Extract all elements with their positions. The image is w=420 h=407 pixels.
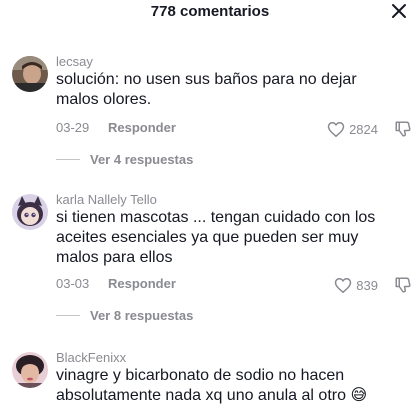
comment-text-line: aceites esenciales ya que pueden ser muy (56, 229, 359, 246)
reply-button[interactable]: Responder (108, 276, 176, 291)
thumbs-down-outline-icon (395, 277, 411, 293)
view-replies-label: Ver 8 respuestas (90, 307, 194, 323)
avatar-image (12, 56, 48, 92)
comments-count-title: 778 comentarios (150, 3, 270, 20)
like-count: 839 (356, 277, 378, 293)
avatar[interactable] (12, 56, 48, 92)
comment-meta: 03-29 Responder 2824 (56, 120, 412, 138)
comment-text-line: si tienen mascotas ... tengan cuidado co… (56, 209, 376, 226)
comment-date: 03-29 (56, 120, 90, 135)
like-count: 2824 (349, 121, 378, 137)
view-replies-button[interactable]: Ver 8 respuestas (56, 306, 193, 324)
comment-text-line: absolutamente nada xq uno anula al otro … (56, 387, 368, 404)
view-replies-label: Ver 4 respuestas (90, 151, 194, 167)
avatar[interactable] (12, 194, 48, 230)
comment-username[interactable]: BlackFenixx (56, 350, 126, 365)
reply-button[interactable]: Responder (108, 120, 176, 135)
comment-meta: 03-03 Responder 839 (56, 276, 412, 294)
dislike-button[interactable] (394, 276, 412, 294)
comment-text-line: malos olores. (56, 91, 152, 108)
comment-text: si tienen mascotas ... tengan cuidado co… (56, 208, 412, 268)
comment-date: 03-03 (56, 276, 90, 291)
comments-header: 778 comentarios (0, 0, 420, 26)
close-button[interactable] (390, 2, 408, 20)
view-replies-button[interactable]: Ver 4 respuestas (56, 150, 193, 168)
comment-text: solución: no usen sus baños para no deja… (56, 70, 412, 110)
comment-text-line: solución: no usen sus baños para no deja… (56, 71, 357, 88)
avatar[interactable] (12, 352, 48, 388)
heart-outline-icon (327, 121, 345, 137)
comment-text: vinagre y bicarbonato de sodio no hacen … (56, 366, 412, 406)
avatar-image (12, 352, 48, 388)
avatar-image (12, 194, 48, 230)
like-button[interactable]: 2824 (327, 120, 378, 138)
dislike-button[interactable] (394, 120, 412, 138)
comment-username[interactable]: karla Nallely Tello (56, 192, 157, 207)
comment-username[interactable]: lecsay (56, 54, 93, 69)
thumbs-down-outline-icon (395, 121, 411, 137)
heart-outline-icon (335, 277, 352, 293)
comment-text-line: vinagre y bicarbonato de sodio no hacen (56, 367, 345, 384)
replies-divider-line (56, 314, 80, 316)
replies-divider-line (56, 158, 80, 160)
like-button[interactable]: 839 (334, 276, 378, 294)
close-icon (392, 4, 406, 18)
comment-text-line: malos para ellos (56, 249, 173, 266)
